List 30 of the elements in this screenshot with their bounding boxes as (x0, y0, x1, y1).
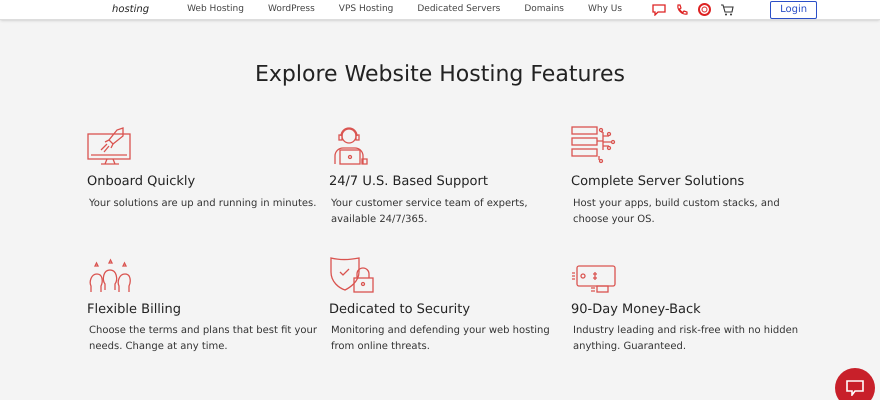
feature-description: Host your apps, build custom stacks, and choose your OS. (573, 196, 781, 226)
nav-link[interactable]: Dedicated Servers (417, 5, 500, 14)
feature-title: Complete Server Solutions (571, 173, 746, 191)
chat-button[interactable] (835, 368, 875, 400)
nav-link[interactable]: Why Us (588, 5, 622, 14)
cart-icon[interactable] (721, 4, 734, 16)
nav-link[interactable]: WordPress (268, 5, 315, 14)
monitor-rocket-icon (87, 126, 133, 166)
shield-lock-icon (329, 256, 375, 294)
feature-title: Onboard Quickly (87, 173, 196, 191)
speech-bubble-icon (846, 380, 864, 396)
feature-title: 90-Day Money-Back (571, 300, 702, 318)
phone-icon[interactable] (676, 4, 688, 16)
feature-description: Choose the terms and plans that best fit your needs. Change at any time. (89, 324, 317, 354)
nav-link[interactable]: Domains (524, 5, 564, 14)
feature-description: Monitoring and defending your web hosting from online threats. (331, 324, 551, 354)
feature-title: 24/7 U.S. Based Support (329, 173, 489, 191)
nav-link[interactable]: Web Hosting (187, 5, 244, 14)
feature-description: Your customer service team of experts, available 24/7/365. (331, 196, 529, 226)
login-button[interactable]: Login (770, 0, 818, 18)
logo-text: hosting (112, 4, 150, 14)
feature-description: Industry leading and risk-free with no hidden anything. Guaranteed. (573, 324, 800, 354)
people-stars-icon (87, 258, 133, 294)
feature-title: Flexible Billing (87, 300, 182, 318)
section-title: Explore Website Hosting Features (254, 64, 626, 86)
feature-title: Dedicated to Security (329, 300, 472, 318)
nav-link[interactable]: VPS Hosting (338, 5, 394, 14)
feature-description: Your solutions are up and running in minutes. (89, 196, 317, 210)
server-network-icon (571, 126, 617, 166)
chat-icon[interactable] (652, 4, 666, 16)
